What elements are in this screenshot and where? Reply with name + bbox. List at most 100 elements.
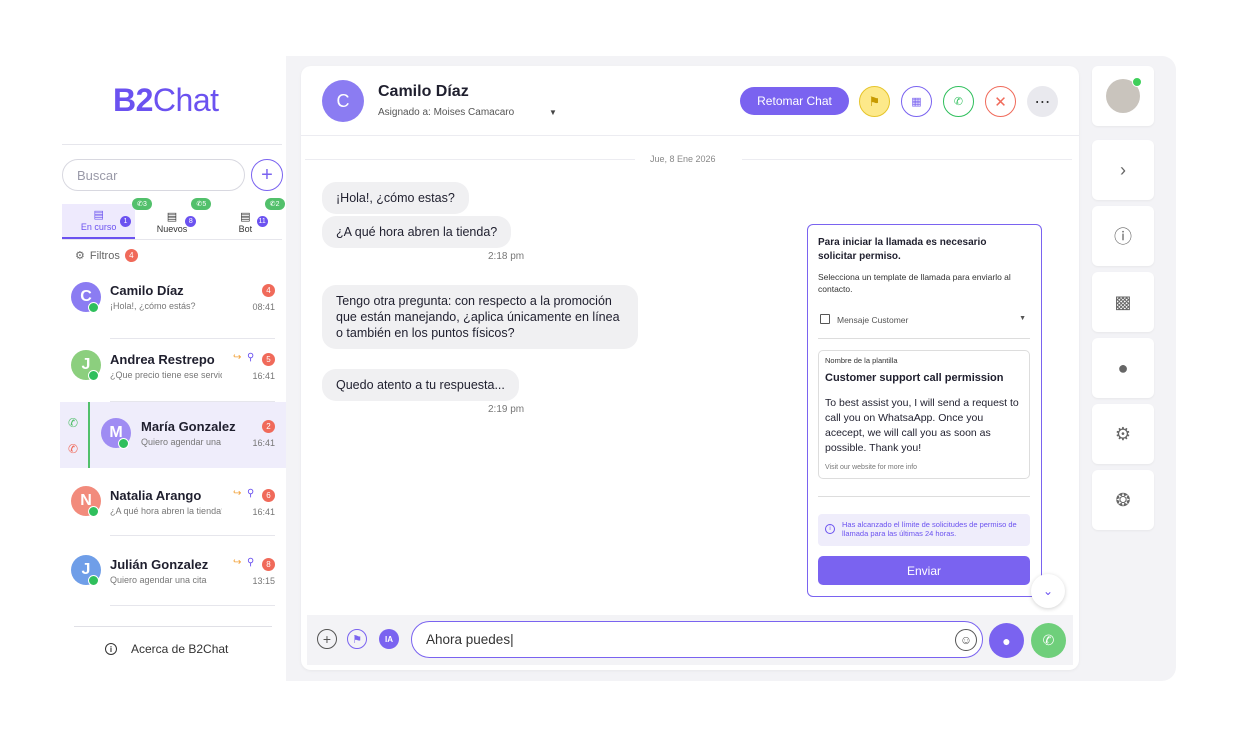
user-profile[interactable] bbox=[1092, 66, 1154, 126]
avatar bbox=[1106, 77, 1142, 113]
message-preview: Quiero agendar una cita bbox=[141, 437, 223, 447]
send-button[interactable]: Enviar bbox=[818, 556, 1030, 585]
call-button[interactable]: ✆ bbox=[1031, 623, 1066, 658]
message-input[interactable]: Ahora puedes| bbox=[411, 621, 983, 658]
calls-badge: ✆ 2 bbox=[264, 198, 285, 210]
accept-call-icon[interactable]: ✆ bbox=[68, 416, 78, 430]
plus-icon[interactable]: + bbox=[317, 629, 337, 649]
conversation-tabs: ✆ 3 ▤ 1 En curso ✆ 5 ▤ 8 Nuevos ✆ 2 ▤ 11 Bo… bbox=[62, 198, 285, 240]
tag-icon[interactable]: ⚑ bbox=[859, 86, 890, 117]
contact-name: Julián Gonzalez bbox=[110, 557, 209, 572]
message-bubble: Quedo atento a tu respuesta... bbox=[322, 369, 519, 401]
divider bbox=[110, 605, 275, 606]
chat-icon: ▤ bbox=[93, 209, 104, 221]
emoji-icon[interactable]: ☺ bbox=[955, 629, 977, 651]
contact-avatar: C bbox=[322, 80, 364, 122]
scroll-down-button[interactable]: ⌄ bbox=[1031, 574, 1065, 608]
about-link[interactable]: i Acerca de B2Chat bbox=[105, 642, 228, 656]
unread-badge: 6 bbox=[262, 489, 275, 502]
message-preview: ¿Que precio tiene ese servicio? bbox=[110, 370, 222, 380]
chevron-down-icon[interactable]: ▼ bbox=[549, 108, 557, 117]
whatsapp-call-icon[interactable]: ✆ bbox=[943, 86, 974, 117]
unread-badge: 2 bbox=[262, 420, 275, 433]
message-preview: ¿A qué hora abren la tienda? bbox=[110, 506, 222, 516]
pin-icon[interactable]: ⚲ bbox=[247, 352, 254, 363]
message-preview: ¡Hola!, ¿cómo estás? bbox=[110, 301, 196, 311]
transfer-icon: ↪ bbox=[233, 488, 242, 499]
chevron-right-icon[interactable]: › bbox=[1092, 140, 1154, 200]
tab-bot[interactable]: ✆ 2 ▤ 11 Bot bbox=[209, 198, 285, 239]
tab-label: En curso bbox=[80, 222, 117, 232]
message-time: 2:19 pm bbox=[488, 404, 525, 415]
template-select[interactable]: Mensaje Customer ▼ bbox=[818, 313, 1030, 339]
unread-badge: 5 bbox=[262, 353, 275, 366]
whatsapp-icon bbox=[118, 438, 129, 449]
tab-count-badge: 8 bbox=[185, 216, 197, 227]
template-footer: Visit our website for more info bbox=[825, 464, 918, 471]
tab-count-badge: 11 bbox=[256, 216, 268, 227]
pin-icon[interactable]: ⚲ bbox=[247, 557, 254, 568]
contact-name: Camilo Díaz bbox=[110, 283, 184, 298]
hubspot-icon[interactable]: ❂ bbox=[1092, 470, 1154, 530]
info-icon[interactable]: ⓘ bbox=[1092, 206, 1154, 266]
filters-count-badge: 4 bbox=[124, 249, 138, 262]
select-value: Mensaje Customer bbox=[837, 315, 909, 325]
tab-en-curso[interactable]: ✆ 3 ▤ 1 En curso bbox=[62, 198, 152, 239]
conversation-item[interactable]: J Julián Gonzalez Quiero agendar una cit… bbox=[60, 540, 286, 606]
conversation-item[interactable]: N Natalia Arango ¿A qué hora abren la ti… bbox=[60, 470, 286, 536]
whatsapp-icon bbox=[88, 506, 99, 517]
message-time: 13:15 bbox=[252, 576, 275, 586]
whatsapp-icon bbox=[88, 575, 99, 586]
message-time: 08:41 bbox=[252, 302, 275, 312]
tab-nuevos[interactable]: ✆ 5 ▤ 8 Nuevos bbox=[135, 198, 212, 239]
retomar-chat-button[interactable]: Retomar Chat bbox=[740, 87, 849, 115]
message-time: 16:41 bbox=[252, 438, 275, 448]
template-icon[interactable]: ▦ bbox=[901, 86, 932, 117]
search-input[interactable]: Buscar bbox=[62, 159, 245, 191]
permission-subtitle: Selecciona un template de llamada para e… bbox=[818, 272, 1011, 294]
bot-icon: ▤ bbox=[240, 211, 251, 223]
bot-icon[interactable]: ● bbox=[1092, 338, 1154, 398]
contact-name: Camilo Díaz bbox=[378, 83, 469, 100]
contact-name: Natalia Arango bbox=[110, 488, 202, 503]
message-bubble: ¿A qué hora abren la tienda? bbox=[322, 216, 512, 248]
active-call-indicator bbox=[88, 402, 90, 468]
close-icon[interactable]: ✕ bbox=[985, 86, 1016, 117]
shopping-bag-icon[interactable]: ▩ bbox=[1092, 272, 1154, 332]
hangup-call-icon[interactable]: ✆ bbox=[68, 442, 78, 456]
divider bbox=[818, 496, 1030, 497]
divider bbox=[305, 159, 635, 160]
filter-icon: ⚙ bbox=[75, 250, 85, 262]
info-icon: i bbox=[825, 524, 835, 534]
template-name: Customer support call permission bbox=[825, 372, 1004, 384]
about-label: Acerca de B2Chat bbox=[131, 642, 229, 656]
b2chat-logo: B2Chat bbox=[113, 82, 219, 118]
conversation-item[interactable]: C Camilo Díaz ¡Hola!, ¿cómo estás? 4 08:… bbox=[60, 273, 286, 339]
tag-icon[interactable]: ⚑ bbox=[347, 629, 367, 649]
conversation-item-selected[interactable]: ✆ ✆ M María Gonzalez Quiero agendar una … bbox=[60, 402, 286, 468]
assigned-agent: Asignado a: Moises Camacaro bbox=[378, 107, 515, 118]
tab-label: Nuevos bbox=[156, 224, 188, 234]
unread-badge: 4 bbox=[262, 284, 275, 297]
more-options-icon[interactable]: ⋯ bbox=[1027, 86, 1058, 117]
ai-assistant-button[interactable]: IA bbox=[379, 629, 399, 649]
unread-badge: 8 bbox=[262, 558, 275, 571]
new-chat-icon: ▤ bbox=[166, 211, 178, 223]
message-bubble: Tengo otra pregunta: con respecto a la p… bbox=[322, 285, 638, 349]
add-conversation-button[interactable]: + bbox=[251, 159, 283, 191]
whatsapp-icon bbox=[88, 302, 99, 313]
settings-icon[interactable]: ⚙ bbox=[1092, 404, 1154, 464]
limit-text: Has alcanzado el límite de solicitudes d… bbox=[842, 520, 1017, 538]
microphone-button[interactable]: ● bbox=[989, 623, 1024, 658]
message-preview: Quiero agendar una cita bbox=[110, 575, 207, 585]
divider bbox=[110, 535, 275, 536]
message-time: 2:18 pm bbox=[488, 251, 525, 262]
filters-button[interactable]: ⚙ Filtros 4 bbox=[75, 249, 138, 262]
calendar-icon bbox=[820, 314, 830, 324]
contact-name: María Gonzalez bbox=[141, 419, 236, 434]
divider bbox=[742, 159, 1072, 160]
permission-title: Para iniciar la llamada es necesario sol… bbox=[818, 237, 987, 262]
whatsapp-icon bbox=[88, 370, 99, 381]
pin-icon[interactable]: ⚲ bbox=[247, 488, 254, 499]
conversation-item[interactable]: J Andrea Restrepo ¿Que precio tiene ese … bbox=[60, 336, 286, 402]
